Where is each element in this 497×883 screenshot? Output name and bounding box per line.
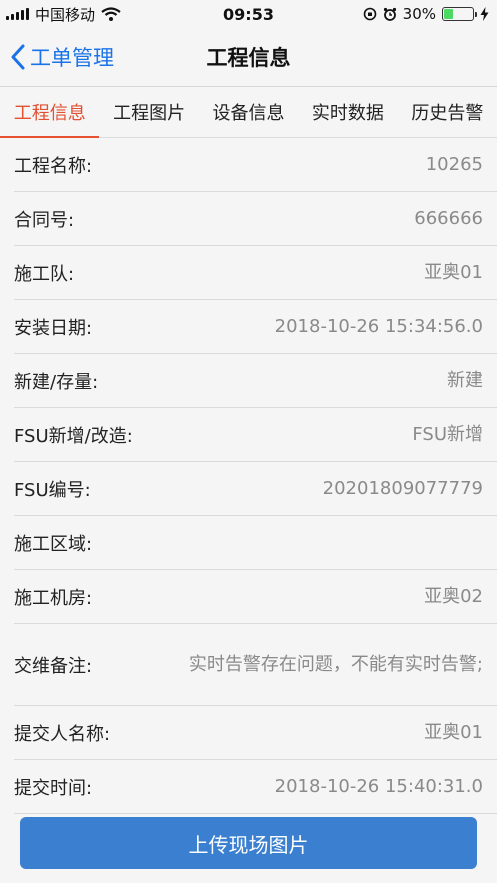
field-row: FSU编号: 20201809077779 <box>14 462 497 516</box>
field-row: 施工区域: <box>14 516 497 570</box>
tab-realtime-data[interactable]: 实时数据 <box>298 87 397 137</box>
field-row: FSU新增/改造: FSU新增 <box>14 408 497 462</box>
back-button[interactable]: 工单管理 <box>10 28 114 86</box>
field-row: 新建/存量: 新建 <box>14 354 497 408</box>
field-value: 实时告警存在问题，不能有实时告警; <box>188 653 483 675</box>
field-row: 提交时间: 2018-10-26 15:40:31.0 <box>14 760 497 814</box>
field-value: 亚奥01 <box>424 261 483 283</box>
tab-bar: 工程信息 工程图片 设备信息 实时数据 历史告警 <box>0 87 497 138</box>
field-label: 安装日期: <box>14 317 93 339</box>
field-value: FSU新增 <box>412 423 483 445</box>
field-label: 提交时间: <box>14 777 93 799</box>
field-value: 10265 <box>425 153 483 175</box>
field-label: 合同号: <box>14 209 75 231</box>
chevron-left-icon <box>11 44 25 70</box>
field-value: 20201809077779 <box>322 477 483 499</box>
field-label: 施工队: <box>14 263 75 285</box>
tab-project-info[interactable]: 工程信息 <box>0 87 100 138</box>
field-label: 工程名称: <box>14 155 93 177</box>
field-row: 工程名称: 10265 <box>14 138 497 192</box>
battery-icon <box>442 7 477 21</box>
field-row: 合同号: 666666 <box>14 192 497 246</box>
nav-bar: 工单管理 工程信息 <box>0 28 497 87</box>
field-value: 亚奥02 <box>424 585 483 607</box>
field-value: 亚奥01 <box>424 721 483 743</box>
field-value: 2018-10-26 15:40:31.0 <box>274 775 483 797</box>
field-label: FSU新增/改造: <box>14 425 133 447</box>
field-value: 666666 <box>414 207 483 229</box>
field-value: 新建 <box>447 369 483 391</box>
upload-photos-button[interactable]: 上传现场图片 <box>20 817 477 869</box>
tab-alarm-history[interactable]: 历史告警 <box>398 87 497 137</box>
field-label: 提交人名称: <box>14 723 111 745</box>
tab-project-images[interactable]: 工程图片 <box>99 87 198 137</box>
field-label: 交维备注: <box>14 655 93 677</box>
field-label: 施工区域: <box>14 533 93 555</box>
field-label: 施工机房: <box>14 587 93 609</box>
field-row: 施工机房: 亚奥02 <box>14 570 497 624</box>
back-button-label: 工单管理 <box>30 46 114 70</box>
field-label: 新建/存量: <box>14 371 99 393</box>
field-row: 交维备注: 实时告警存在问题，不能有实时告警; <box>14 624 497 706</box>
field-row: 安装日期: 2018-10-26 15:34:56.0 <box>14 300 497 354</box>
tab-device-info[interactable]: 设备信息 <box>199 87 298 137</box>
field-value: 2018-10-26 15:34:56.0 <box>274 315 483 337</box>
field-row: 施工队: 亚奥01 <box>14 246 497 300</box>
alarm-icon <box>383 7 396 21</box>
page-title: 工程信息 <box>206 46 291 70</box>
battery-percent: 30% <box>402 5 436 23</box>
field-list: 工程名称: 10265 合同号: 666666 施工队: 亚奥01 安装日期: … <box>0 138 497 814</box>
status-bar: 中国移动 09:53 30% <box>0 0 497 28</box>
field-label: FSU编号: <box>14 479 91 501</box>
field-row: 提交人名称: 亚奥01 <box>14 706 497 760</box>
rotation-lock-icon <box>363 7 376 21</box>
charging-icon <box>480 7 489 21</box>
